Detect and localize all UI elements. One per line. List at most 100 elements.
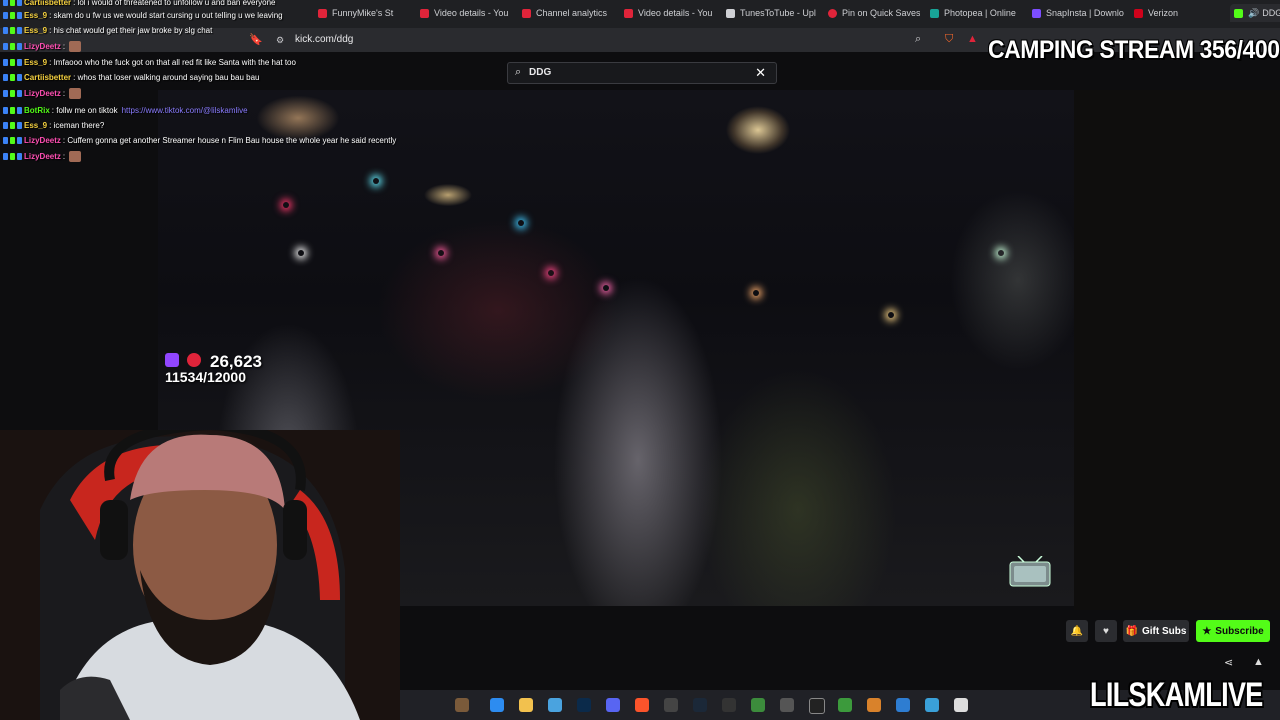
- tab-label: Channel analytics: [536, 8, 608, 18]
- close-icon[interactable]: ✕: [755, 65, 766, 81]
- folder-icon[interactable]: [519, 698, 533, 712]
- gift-icon: 🎁: [1125, 625, 1138, 637]
- app-icon[interactable]: [925, 698, 939, 712]
- app-icon[interactable]: [896, 698, 910, 712]
- chat-link[interactable]: https://www.tiktok.com/@lilskamlive: [122, 106, 248, 115]
- chat-message: BotRix: follw me on tiktok https://www.ti…: [3, 104, 248, 117]
- warning-icon[interactable]: ▲: [967, 33, 978, 45]
- chat-message: LizyDeetz:: [3, 150, 82, 163]
- brave-shield-icon[interactable]: ⛉: [945, 33, 953, 46]
- verizon-icon: [1134, 8, 1143, 18]
- subscribe-label: Subscribe: [1215, 625, 1264, 637]
- chat-text: : whos that loser walking around saying …: [73, 73, 260, 82]
- store-icon[interactable]: [548, 698, 562, 712]
- zoom-icon[interactable]: ⌕: [915, 33, 921, 46]
- chat-username[interactable]: Ess_9: [24, 11, 47, 20]
- chat-badge-icon: [10, 153, 15, 160]
- chat-message: LizyDeetz: Cuffem gonna get another Stre…: [3, 134, 396, 147]
- chat-username[interactable]: LizyDeetz: [24, 89, 61, 98]
- chat-badge-icon: [3, 0, 8, 6]
- photoshop-icon[interactable]: [577, 698, 591, 712]
- chat-badge-icon: [10, 12, 15, 19]
- chat-username[interactable]: LizyDeetz: [24, 152, 61, 161]
- streamer-figure: [40, 430, 360, 720]
- discord-icon[interactable]: [606, 698, 620, 712]
- app-icon[interactable]: [780, 698, 794, 712]
- steam-icon[interactable]: [693, 698, 707, 712]
- browser-tab[interactable]: TunesToTube - Upl: [726, 4, 818, 22]
- stage-light: [998, 250, 1004, 256]
- app-icon[interactable]: [809, 698, 825, 714]
- notification-button[interactable]: 🔔: [1066, 620, 1088, 642]
- obs-icon[interactable]: [664, 698, 678, 712]
- browser-tab[interactable]: SnapInsta | Downlo: [1032, 4, 1124, 22]
- app-icon[interactable]: [838, 698, 852, 712]
- chat-text: :: [62, 42, 66, 51]
- copilot-icon[interactable]: [490, 698, 504, 712]
- browser-tab[interactable]: Video details - You: [624, 4, 716, 22]
- browser-tab[interactable]: Channel analytics: [522, 4, 614, 22]
- chat-username[interactable]: Ess_9: [24, 26, 47, 35]
- chat-badge-icon: [3, 59, 8, 66]
- file-icon[interactable]: [954, 698, 968, 712]
- chat-username[interactable]: Cartiisbetter: [24, 73, 71, 82]
- chat-text: : iceman there?: [49, 121, 105, 130]
- browser-tab[interactable]: Pin on Quick Saves: [828, 4, 920, 22]
- youtube-icon: [522, 8, 531, 18]
- chat-badge-icon: [3, 90, 8, 97]
- warning-icon[interactable]: ▲: [1253, 656, 1264, 668]
- chat-badge-icon: [17, 0, 22, 6]
- gift-subs-button[interactable]: 🎁 Gift Subs: [1123, 620, 1189, 642]
- app-icon[interactable]: [455, 698, 469, 712]
- share-icon[interactable]: ⋖: [1224, 656, 1233, 669]
- chat-text: : Imfaooo who the fuck got on that all r…: [49, 58, 296, 67]
- browser-tab[interactable]: Photopea | Online: [930, 4, 1022, 22]
- tab-label: Pin on Quick Saves: [842, 8, 920, 18]
- chat-badge-icon: [10, 43, 15, 50]
- chat-username[interactable]: BotRix: [24, 106, 50, 115]
- chat-message: Ess_9: skam do u fw us we would start cu…: [3, 9, 283, 22]
- chat-username[interactable]: Ess_9: [24, 58, 47, 67]
- chat-username[interactable]: Ess_9: [24, 121, 47, 130]
- bell-icon: 🔔: [1070, 625, 1084, 637]
- brave-icon[interactable]: [635, 698, 649, 712]
- follow-button[interactable]: ♥: [1095, 620, 1117, 642]
- kick-icon: [1234, 8, 1243, 18]
- search-input[interactable]: ⌕ DDG ✕: [507, 62, 777, 84]
- chat-message: Ess_9: iceman there?: [3, 119, 104, 132]
- emote-icon: [69, 41, 82, 52]
- stage-light: [603, 285, 609, 291]
- chat-badge-icon: [10, 27, 15, 34]
- youtube-icon: [187, 353, 201, 367]
- app-icon[interactable]: [867, 698, 881, 712]
- chat-username[interactable]: Cartiisbetter: [24, 0, 71, 7]
- chat-badge-icon: [3, 122, 8, 129]
- chat-badge-icon: [17, 74, 22, 81]
- search-icon: ⌕: [515, 66, 522, 78]
- side-panel: [1074, 90, 1280, 610]
- chat-message: Cartiisbetter: lol i would of threatened…: [3, 0, 275, 9]
- browser-tab[interactable]: Video details - You: [420, 4, 512, 22]
- twitch-icon: [165, 353, 179, 367]
- chat-badge-icon: [3, 107, 8, 114]
- app-icon[interactable]: [722, 698, 736, 712]
- chat-badge-icon: [10, 59, 15, 66]
- chat-username[interactable]: LizyDeetz: [24, 42, 61, 51]
- stage-light: [298, 250, 304, 256]
- tab-label: Video details - You: [638, 8, 713, 18]
- app-icon[interactable]: [751, 698, 765, 712]
- chat-username[interactable]: LizyDeetz: [24, 136, 61, 145]
- browser-tab-active[interactable]: 🔊 DDG: [1230, 4, 1280, 22]
- chat-text: :: [62, 89, 66, 98]
- chat-badge-icon: [17, 59, 22, 66]
- browser-tab[interactable]: Verizon: [1134, 4, 1204, 22]
- chat-badge-icon: [17, 90, 22, 97]
- tv-icon: [1009, 556, 1051, 587]
- stage-light: [438, 250, 444, 256]
- chat-badge-icon: [10, 107, 15, 114]
- chat-badge-icon: [3, 74, 8, 81]
- subscribe-button[interactable]: ★ Subscribe: [1196, 620, 1270, 642]
- stage-light: [753, 290, 759, 296]
- gift-subs-label: Gift Subs: [1142, 625, 1187, 637]
- photopea-icon: [930, 8, 939, 18]
